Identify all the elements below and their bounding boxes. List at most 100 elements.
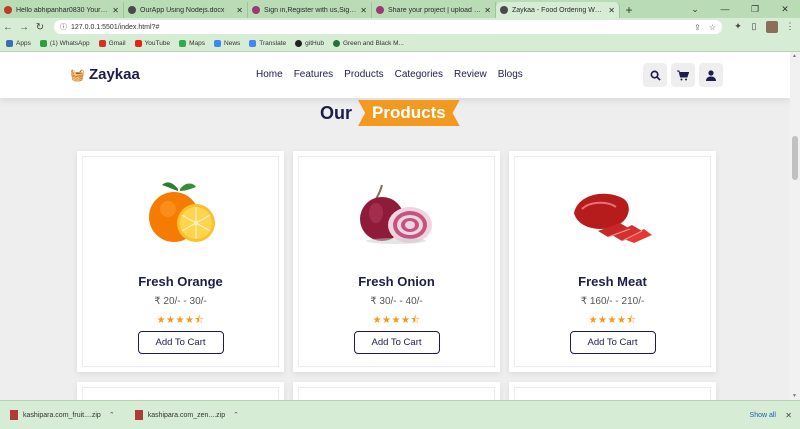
rating-stars: ★★★★⯪ <box>156 315 205 326</box>
header-icons <box>643 63 727 87</box>
extensions-icon[interactable]: ✦ <box>730 21 746 33</box>
minimize-icon[interactable]: — <box>710 0 740 18</box>
download-item[interactable]: kashipara.com_fruit....zip ⌃ <box>10 410 115 420</box>
back-arrow-icon[interactable]: ← <box>0 22 16 33</box>
site-header: 🧺 Zaykaa Home Features Products Categori… <box>0 52 790 98</box>
chevron-up-icon[interactable]: ⌃ <box>233 411 239 419</box>
youtube-icon <box>134 40 142 47</box>
site-favicon-icon <box>252 6 260 14</box>
orange-image <box>148 182 215 242</box>
menu-kebab-icon[interactable]: ⋮ <box>782 21 798 33</box>
new-tab-button[interactable]: + <box>620 2 638 18</box>
nav-categories[interactable]: Categories <box>395 69 443 80</box>
product-card-partial <box>77 382 284 400</box>
section-heading: Our Products <box>320 100 460 126</box>
gmail-icon <box>98 40 106 47</box>
gmail-favicon-icon <box>4 6 12 14</box>
meat-image <box>573 193 652 243</box>
add-to-cart-button[interactable]: Add To Cart <box>353 331 440 354</box>
nav-products[interactable]: Products <box>344 69 383 80</box>
maps-icon <box>179 40 187 47</box>
chevron-up-icon[interactable]: ⌃ <box>109 411 115 419</box>
tab-strip: Hello abhipanhar0830 Your kashi...✕ OurA… <box>0 0 800 18</box>
search-icon[interactable] <box>643 63 667 87</box>
translate-icon <box>249 40 257 47</box>
nav-review[interactable]: Review <box>454 69 487 80</box>
browser-tab-1[interactable]: Hello abhipanhar0830 Your kashi...✕ <box>0 2 124 18</box>
product-card-partial <box>509 382 716 400</box>
zip-file-icon <box>10 410 18 420</box>
share-icon[interactable]: ⇪ <box>694 23 701 32</box>
product-card-partial <box>293 382 500 400</box>
bookmarks-bar: Apps (1) WhatsApp Gmail YouTube Maps New… <box>0 36 800 52</box>
close-window-icon[interactable]: ✕ <box>770 0 800 18</box>
scrollbar-thumb[interactable] <box>792 136 798 180</box>
globe-favicon-icon <box>128 6 136 14</box>
whatsapp-icon <box>39 40 47 47</box>
user-icon[interactable] <box>699 63 723 87</box>
product-price: ₹ 20/- - 30/- <box>154 296 207 307</box>
star-bookmark-icon[interactable]: ☆ <box>709 23 716 32</box>
rating-stars: ★★★★⯪ <box>372 315 421 326</box>
chevron-down-icon[interactable]: ⌄ <box>680 0 710 18</box>
globe-favicon-icon <box>500 6 508 14</box>
info-icon[interactable]: ⓘ <box>60 22 67 32</box>
browser-tab-4[interactable]: Share your project | upload proje...✕ <box>372 2 496 18</box>
nav-features[interactable]: Features <box>294 69 333 80</box>
bookmark-gmail[interactable]: Gmail <box>98 40 126 47</box>
site-favicon-icon <box>376 6 384 14</box>
add-to-cart-button[interactable]: Add To Cart <box>569 331 656 354</box>
bookmark-translate[interactable]: Translate <box>249 40 286 47</box>
browser-tab-3[interactable]: Sign in,Register with us,Sign Up ✕ <box>248 2 372 18</box>
bookmark-green-black[interactable]: Green and Black M... <box>332 40 404 47</box>
main-nav: Home Features Products Categories Review… <box>256 69 534 80</box>
restore-icon[interactable]: ❐ <box>740 0 770 18</box>
bookmark-apps[interactable]: Apps <box>6 40 31 47</box>
close-tab-icon[interactable]: ✕ <box>112 6 119 15</box>
address-bar: ← → ↻ ⓘ 127.0.0.1:5501/index.html?# ⇪ ☆ … <box>0 18 800 36</box>
bookmark-github[interactable]: gitHub <box>295 40 324 47</box>
product-name: Fresh Meat <box>578 274 647 289</box>
close-tab-icon[interactable]: ✕ <box>608 6 615 15</box>
browser-tab-active[interactable]: Zaykaa - Food Ordering Website ✕ <box>496 2 620 18</box>
nav-home[interactable]: Home <box>256 69 283 80</box>
nav-blogs[interactable]: Blogs <box>498 69 523 80</box>
bookmark-whatsapp[interactable]: (1) WhatsApp <box>39 40 90 47</box>
github-icon <box>295 40 303 47</box>
url-field[interactable]: ⓘ 127.0.0.1:5501/index.html?# ⇪ ☆ <box>54 20 722 34</box>
product-card-onion: Fresh Onion ₹ 30/- - 40/- ★★★★⯪ Add To C… <box>293 151 500 372</box>
product-card-orange: Fresh Orange ₹ 20/- - 30/- ★★★★⯪ Add To … <box>77 151 284 372</box>
close-tab-icon[interactable]: ✕ <box>236 6 243 15</box>
product-price: ₹ 30/- - 40/- <box>370 296 423 307</box>
cart-icon[interactable] <box>671 63 695 87</box>
sidebar-icon[interactable]: ▯ <box>746 21 762 33</box>
news-icon <box>214 40 222 47</box>
reload-icon[interactable]: ↻ <box>32 22 48 33</box>
add-to-cart-button[interactable]: Add To Cart <box>137 331 224 354</box>
onion-image <box>359 184 432 244</box>
browser-tab-2[interactable]: OurApp Using Nodejs.docx ✕ <box>124 2 248 18</box>
bookmark-maps[interactable]: Maps <box>179 40 205 47</box>
shopping-basket-icon: 🧺 <box>70 67 85 82</box>
bookmark-news[interactable]: News <box>214 40 240 47</box>
close-tab-icon[interactable]: ✕ <box>360 6 367 15</box>
close-tab-icon[interactable]: ✕ <box>484 6 491 15</box>
show-all-downloads-link[interactable]: Show all <box>750 412 776 419</box>
globe-icon <box>332 40 340 47</box>
close-downloads-icon[interactable]: ✕ <box>785 411 792 420</box>
downloads-bar: kashipara.com_fruit....zip ⌃ kashipara.c… <box>0 400 800 429</box>
page-scrollbar[interactable]: ▲ ▼ <box>790 52 800 400</box>
forward-arrow-icon[interactable]: → <box>16 22 32 33</box>
product-card-meat: Fresh Meat ₹ 160/- - 210/- ★★★★⯪ Add To … <box>509 151 716 372</box>
scroll-up-icon[interactable]: ▲ <box>792 53 797 59</box>
window-controls: ⌄ — ❐ ✕ <box>680 0 800 18</box>
scroll-down-icon[interactable]: ▼ <box>792 393 797 399</box>
rating-stars: ★★★★⯪ <box>588 315 637 326</box>
product-name: Fresh Onion <box>358 274 435 289</box>
apps-grid-icon <box>6 40 13 47</box>
product-price: ₹ 160/- - 210/- <box>580 296 645 307</box>
profile-avatar[interactable] <box>766 21 778 33</box>
download-item[interactable]: kashipara.com_zen....zip ⌃ <box>134 410 239 420</box>
bookmark-youtube[interactable]: YouTube <box>134 40 170 47</box>
site-logo[interactable]: 🧺 Zaykaa <box>70 66 140 83</box>
